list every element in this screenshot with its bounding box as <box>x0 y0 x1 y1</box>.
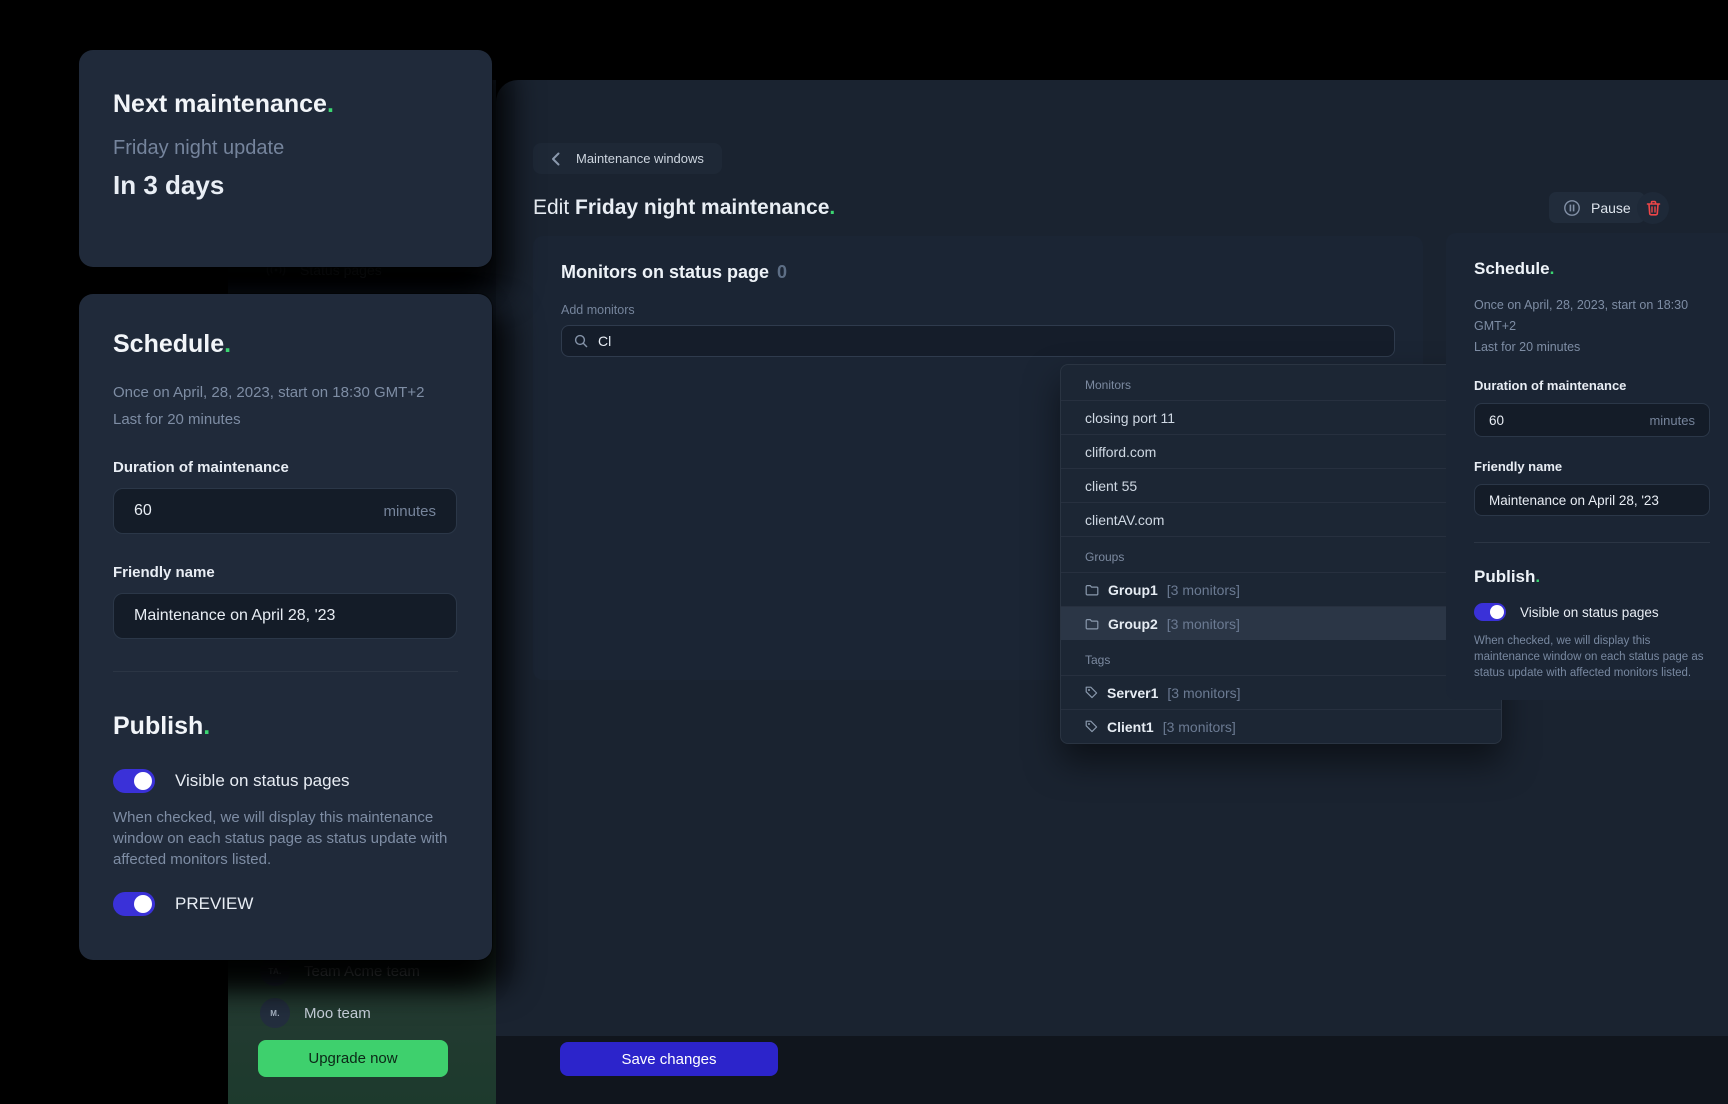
back-button-label: Maintenance windows <box>576 151 704 166</box>
friendly-name-field[interactable] <box>113 593 457 639</box>
next-maintenance-subtitle: Friday night update <box>113 137 458 160</box>
folder-icon <box>1085 584 1099 596</box>
visible-toggle-label: Visible on status pages <box>175 771 350 791</box>
dropdown-item-monitor[interactable]: clifford.com <box>1061 434 1501 468</box>
divider <box>113 671 458 672</box>
folder-icon <box>1085 618 1099 630</box>
tag-icon <box>1085 686 1098 699</box>
duration-unit: minutes <box>1649 413 1695 428</box>
monitors-panel-title: Monitors on status page0 <box>561 262 1395 283</box>
duration-field[interactable]: minutes <box>1474 403 1710 437</box>
add-monitors-label: Add monitors <box>561 303 1395 317</box>
title-accent-dot: . <box>829 196 835 219</box>
preview-toggle[interactable] <box>113 892 155 916</box>
schedule-card-meta: Once on April, 28, 2023, start on 18:30 … <box>113 379 458 433</box>
dropdown-section-monitors: Monitors <box>1061 365 1501 400</box>
team-avatar: TA. <box>260 956 290 986</box>
dropdown-item-group[interactable]: Group1[3 monitors] <box>1061 572 1501 606</box>
schedule-card-heading: Schedule. <box>113 330 458 359</box>
next-maintenance-card: Next maintenance. Friday night update In… <box>79 50 492 267</box>
pause-button-label: Pause <box>1591 200 1631 216</box>
dropdown-section-tags: Tags <box>1061 640 1501 675</box>
dropdown-item-monitor[interactable]: client 55 <box>1061 468 1501 502</box>
duration-label: Duration of maintenance <box>113 459 458 476</box>
monitor-search-box[interactable] <box>561 325 1395 357</box>
friendly-name-input[interactable] <box>1489 493 1695 508</box>
publish-heading: Publish. <box>1474 567 1710 587</box>
visible-toggle-row: Visible on status pages <box>1474 603 1710 621</box>
visible-description: When checked, we will display this maint… <box>1474 633 1710 681</box>
team-name: Moo team <box>304 1005 371 1022</box>
friendly-name-label: Friendly name <box>1474 459 1710 474</box>
preview-toggle-row: PREVIEW <box>113 892 458 916</box>
friendly-name-label: Friendly name <box>113 564 458 581</box>
pause-button[interactable]: Pause <box>1549 192 1645 223</box>
tag-icon <box>1085 720 1098 733</box>
app-root: Status pages TA. Team Acme team M. Moo t… <box>0 0 1728 1104</box>
schedule-meta: Once on April, 28, 2023, start on 18:30 … <box>1474 295 1710 358</box>
duration-label: Duration of maintenance <box>1474 378 1710 393</box>
monitor-search-dropdown: Monitors closing port 11 clifford.com cl… <box>1060 364 1502 744</box>
delete-button[interactable] <box>1637 192 1669 224</box>
duration-field[interactable]: minutes <box>113 488 457 534</box>
toggle-knob <box>134 772 152 790</box>
dropdown-item-tag[interactable]: Client1[3 monitors] <box>1061 709 1501 743</box>
divider <box>1474 542 1710 543</box>
visible-toggle-label: Visible on status pages <box>1520 605 1659 620</box>
upgrade-now-button[interactable]: Upgrade now <box>258 1040 448 1077</box>
dropdown-item-monitor[interactable]: closing port 11 <box>1061 400 1501 434</box>
trash-icon <box>1646 200 1661 216</box>
page-title: Edit Friday night maintenance. <box>533 196 835 220</box>
visible-description: When checked, we will display this maint… <box>113 807 449 870</box>
friendly-name-input[interactable] <box>134 607 434 625</box>
duration-input[interactable] <box>134 502 354 520</box>
duration-input[interactable] <box>1489 413 1639 428</box>
footer-bar: Save changes <box>496 1036 1728 1104</box>
visible-toggle[interactable] <box>1474 603 1506 621</box>
visible-toggle[interactable] <box>113 769 155 793</box>
toggle-knob <box>1490 605 1504 619</box>
visible-toggle-row: Visible on status pages <box>113 769 458 793</box>
pause-circle-icon <box>1563 199 1581 217</box>
save-changes-button[interactable]: Save changes <box>560 1042 778 1076</box>
dropdown-item-monitor[interactable]: clientAV.com <box>1061 502 1501 536</box>
sidebar-team-acme[interactable]: TA. Team Acme team <box>260 956 420 986</box>
next-maintenance-countdown: In 3 days <box>113 170 458 201</box>
duration-unit: minutes <box>383 503 436 520</box>
team-avatar: M. <box>260 998 290 1028</box>
monitor-search-input[interactable] <box>598 333 1358 349</box>
monitors-count: 0 <box>777 262 787 282</box>
schedule-card: Schedule. Once on April, 28, 2023, start… <box>79 294 492 960</box>
schedule-heading: Schedule. <box>1474 259 1710 279</box>
dropdown-item-tag[interactable]: Server1[3 monitors] <box>1061 675 1501 709</box>
team-name: Team Acme team <box>304 963 420 980</box>
next-maintenance-title: Next maintenance. <box>113 90 458 119</box>
search-icon <box>574 334 588 348</box>
schedule-summary-panel: Schedule. Once on April, 28, 2023, start… <box>1446 233 1728 700</box>
chevron-left-icon <box>551 152 560 166</box>
publish-heading: Publish. <box>113 712 458 741</box>
sidebar-team-moo[interactable]: M. Moo team <box>260 998 371 1028</box>
back-button[interactable]: Maintenance windows <box>533 143 722 174</box>
toggle-knob <box>134 895 152 913</box>
friendly-name-field[interactable] <box>1474 484 1710 516</box>
dropdown-section-groups: Groups <box>1061 536 1501 572</box>
preview-toggle-label: PREVIEW <box>175 894 253 914</box>
dropdown-item-group-highlighted[interactable]: Group2[3 monitors] <box>1061 606 1501 640</box>
